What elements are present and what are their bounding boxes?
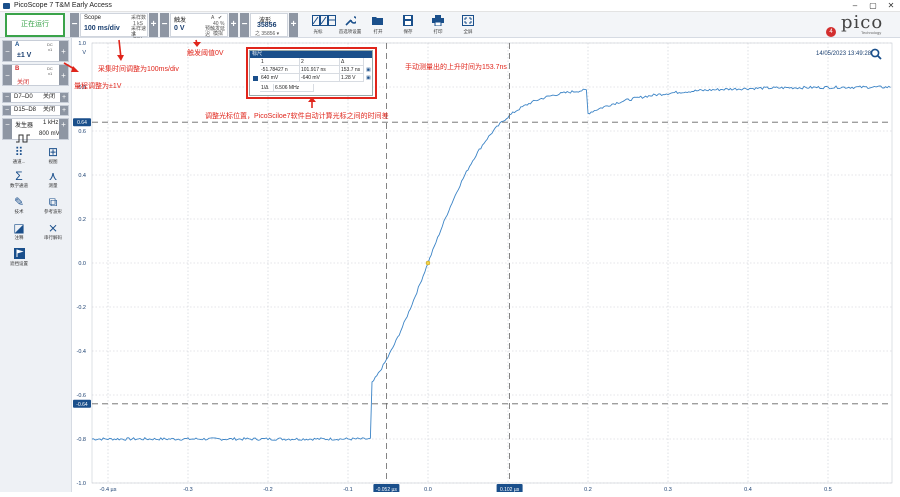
annotation-trigger: 触发阈值0V bbox=[187, 50, 224, 57]
annotation-cursor-note: 调整光标位置，PicoSciloe7软件自动计算光标之间的时间差 bbox=[205, 113, 389, 120]
annotation-rise-time: 手动测量出的上升时间为153.7ns bbox=[405, 64, 507, 71]
annotation-timebase: 采集时间调整为100ms/div bbox=[98, 66, 179, 73]
annotation-range: 量程调整为±1V bbox=[74, 83, 122, 90]
